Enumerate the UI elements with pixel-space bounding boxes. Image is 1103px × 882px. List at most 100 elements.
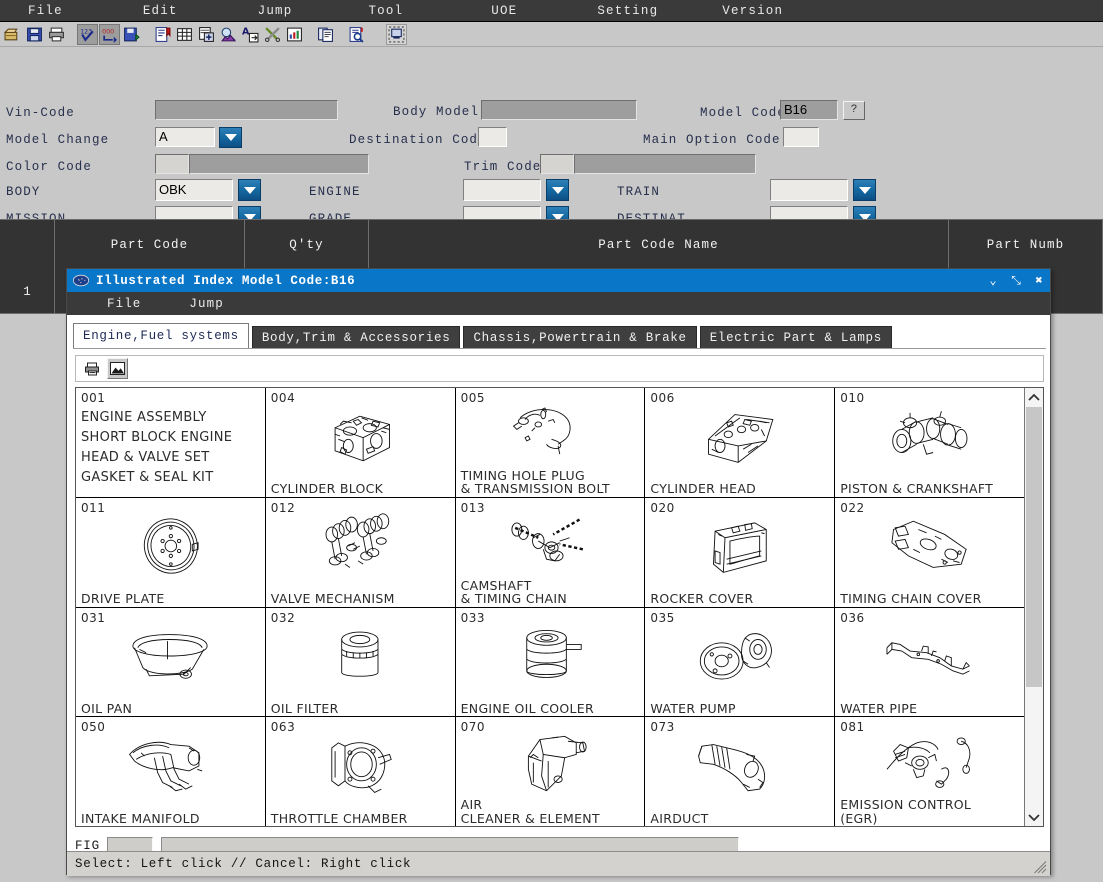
tab-engine-fuel-systems[interactable]: Engine,Fuel systems (73, 323, 249, 349)
copy-pages-icon[interactable] (315, 24, 336, 45)
body-dropdown[interactable] (238, 179, 261, 201)
grid-cell-070[interactable]: 070 (456, 717, 645, 826)
trim-code-input[interactable] (540, 154, 574, 174)
scrollbar-thumb[interactable] (1026, 407, 1042, 687)
menu-uoe[interactable]: UOE (487, 4, 521, 18)
engine-oil-cooler-illustration (456, 622, 645, 691)
menu-version[interactable]: Version (718, 4, 787, 18)
tabs-divider (73, 348, 1046, 349)
maximize-icon[interactable]: ⤡ (1009, 274, 1023, 288)
scroll-down-icon[interactable] (1025, 808, 1043, 826)
column-header-part-number[interactable]: Part Numb (949, 220, 1103, 270)
tab-body-trim-accessories[interactable]: Body,Trim & Accessories (252, 326, 461, 349)
main-menubar: File Edit Jump Tool UOE Setting Version (0, 0, 1103, 22)
grid-cell-020[interactable]: 020 ROC (645, 498, 834, 607)
train-dropdown[interactable] (853, 179, 876, 201)
destination-code-input[interactable] (478, 127, 507, 147)
grid-cell-010[interactable]: 010 (835, 388, 1024, 497)
menu-edit[interactable]: Edit (139, 4, 182, 18)
number-check-icon[interactable]: 123 (77, 24, 98, 45)
document-search-icon[interactable] (346, 24, 367, 45)
save-icon[interactable] (24, 24, 45, 45)
label-vin-code: Vin-Code (6, 106, 75, 120)
label-main-option-code: Main Option Code (643, 133, 781, 147)
print-icon[interactable] (46, 24, 67, 45)
menu-tool[interactable]: Tool (364, 4, 407, 18)
tab-electric-part-lamps[interactable]: Electric Part & Lamps (700, 326, 892, 349)
column-header-part-code[interactable]: Part Code (55, 220, 245, 270)
train-input[interactable] (770, 179, 848, 201)
grid-cell-035[interactable]: 035 (645, 608, 834, 717)
add-page-icon[interactable] (196, 24, 217, 45)
vin-code-input[interactable] (155, 100, 338, 120)
menu-jump[interactable]: Jump (254, 4, 297, 18)
number-sort-icon[interactable]: 000 (99, 24, 120, 45)
model-code-help-button[interactable]: ? (843, 101, 865, 120)
grid-cell-006[interactable]: 006 (645, 388, 834, 497)
cell-label: CYLINDER BLOCK (271, 482, 452, 496)
menu-setting[interactable]: Setting (593, 4, 662, 18)
main-toolbar: 123 000 A (0, 22, 1103, 47)
drive-plate-illustration (76, 512, 265, 581)
ii-menu-jump[interactable]: Jump (189, 297, 223, 311)
image-view-icon[interactable] (107, 358, 128, 379)
cell-label: ENGINE ASSEMBLY SHORT BLOCK ENGINE HEAD … (81, 408, 262, 488)
grid-cell-032[interactable]: 032 OIL FILTER (266, 608, 455, 717)
open-icon[interactable] (2, 24, 23, 45)
grid-cell-050[interactable]: 050 (76, 717, 265, 826)
cell-label: VALVE MECHANISM (271, 592, 452, 606)
menu-file[interactable]: File (24, 4, 67, 18)
timing-chain-cover-illustration (835, 512, 1024, 581)
engine-input[interactable] (463, 179, 541, 201)
grid-cell-063[interactable]: 063 THR (266, 717, 455, 826)
grid-cell-031[interactable]: 031 OIL PAN (76, 608, 265, 717)
illustration-grid-scrollbar[interactable] (1024, 388, 1043, 826)
main-option-code-input[interactable] (783, 127, 819, 147)
cell-label: PISTON & CRANKSHAFT (840, 482, 1021, 496)
column-header-qty[interactable]: Q'ty (245, 220, 369, 270)
tab-chassis-powertrain-brake[interactable]: Chassis,Powertrain & Brake (463, 326, 696, 349)
model-code-input[interactable]: B16 (780, 100, 838, 120)
grid-cell-081[interactable]: 081 (835, 717, 1024, 826)
select-area-icon[interactable] (386, 24, 407, 45)
body-input[interactable]: OBK (155, 179, 233, 201)
save-export-icon[interactable] (121, 24, 142, 45)
text-insert-icon[interactable]: A (240, 24, 261, 45)
column-header-part-code-name[interactable]: Part Code Name (369, 220, 949, 270)
piston-crankshaft-illustration (835, 402, 1024, 471)
print-icon[interactable] (81, 358, 102, 379)
chart-icon[interactable] (284, 24, 305, 45)
label-model-code: Model Code (700, 106, 786, 120)
color-code-input[interactable] (155, 154, 189, 174)
grid-cell-022[interactable]: 022 TIM (835, 498, 1024, 607)
table-grid-icon[interactable] (174, 24, 195, 45)
tools-icon[interactable] (262, 24, 283, 45)
minimize-icon[interactable]: ⌄ (986, 274, 1000, 288)
scroll-up-icon[interactable] (1025, 388, 1043, 406)
resize-grip-icon[interactable] (1034, 861, 1047, 874)
body-model-input[interactable] (481, 100, 637, 120)
grid-cell-001[interactable]: 001 ENGINE ASSEMBLY SHORT BLOCK ENGINE H… (76, 388, 265, 497)
ii-menu-file[interactable]: File (107, 297, 141, 311)
subaru-logo-icon (73, 274, 89, 287)
close-icon[interactable]: ✖ (1032, 274, 1046, 288)
grid-cell-004[interactable]: 004 (266, 388, 455, 497)
category-tabs: Engine,Fuel systems Body,Trim & Accessor… (67, 323, 1050, 349)
parts-table-header: Part Code Q'ty Part Code Name Part Numb (0, 219, 1103, 269)
grid-cell-073[interactable]: 073 AIR (645, 717, 834, 826)
model-change-dropdown[interactable] (219, 127, 242, 148)
document-edit-icon[interactable] (152, 24, 173, 45)
table-left-margin (0, 314, 66, 882)
grid-cell-012[interactable]: 012 (266, 498, 455, 607)
cell-number: 001 (81, 391, 105, 405)
grid-cell-005[interactable]: 005 (456, 388, 645, 497)
model-change-input[interactable]: A (155, 127, 215, 147)
search-image-icon[interactable] (218, 24, 239, 45)
grid-cell-036[interactable]: 036 WATER PIPE (835, 608, 1024, 717)
engine-dropdown[interactable] (546, 179, 569, 201)
grid-cell-011[interactable]: 011 DRI (76, 498, 265, 607)
illustrated-index-titlebar[interactable]: Illustrated Index Model Code:B16 ⌄ ⤡ ✖ (67, 269, 1050, 292)
grid-cell-013[interactable]: 013 (456, 498, 645, 607)
grid-cell-033[interactable]: 033 ENGINE OIL COOLER (456, 608, 645, 717)
column-header-index (0, 220, 55, 270)
